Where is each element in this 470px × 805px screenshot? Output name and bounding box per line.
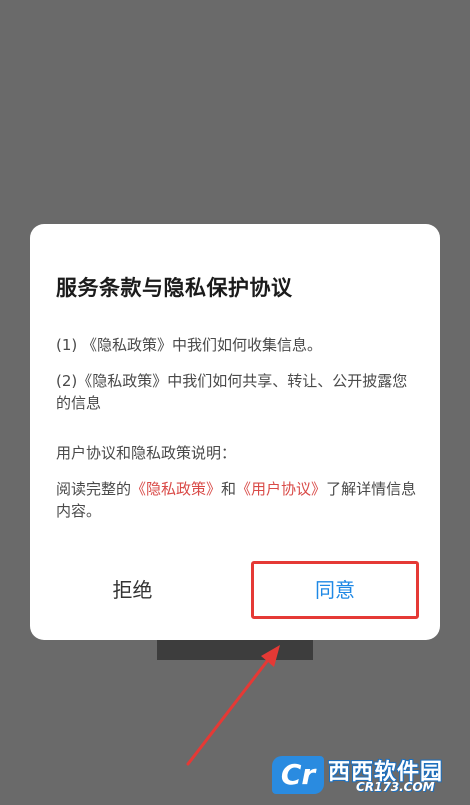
read-prefix: 阅读完整的 [56,480,132,498]
agree-button[interactable]: 同意 [251,561,419,619]
agreement-read-text: 阅读完整的《隐私政策》和《用户协议》了解详情信息内容。 [56,478,418,522]
agreement-section-title: 用户协议和隐私政策说明： [56,444,237,462]
dialog-title: 服务条款与隐私保护协议 [56,276,293,300]
watermark-site: CR173.COM [356,780,435,794]
user-agreement-link[interactable]: 《用户协议》 [236,480,326,498]
reject-button[interactable]: 拒绝 [30,564,235,616]
watermark-logo-icon: Cr [272,756,324,794]
site-watermark: Cr 西西软件园 CR173.COM [272,752,464,798]
privacy-agreement-dialog: 服务条款与隐私保护协议 (1) 《隐私政策》中我们如何收集信息。 (2)《隐私政… [30,224,440,640]
policy-item-collect: (1) 《隐私政策》中我们如何收集信息。 [56,336,323,354]
and-text: 和 [221,480,237,498]
privacy-policy-link[interactable]: 《隐私政策》 [131,480,221,498]
policy-item-share: (2)《隐私政策》中我们如何共享、转让、公开披露您的信息 [56,372,408,412]
